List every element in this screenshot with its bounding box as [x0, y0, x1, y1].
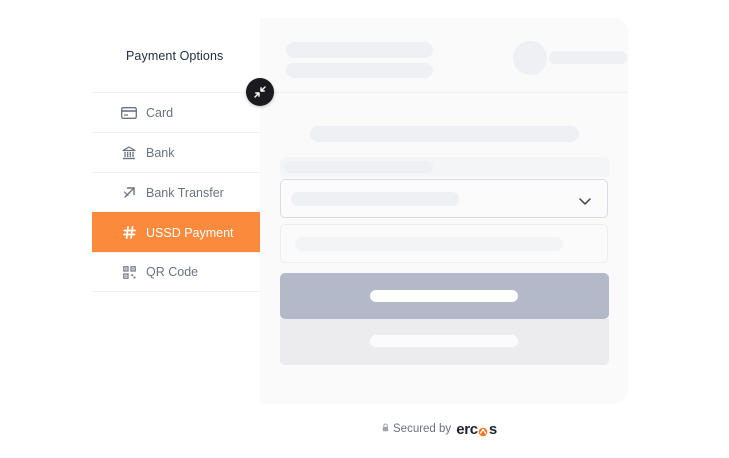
- secured-by-text: Secured by: [393, 423, 452, 435]
- field-skeleton-text: [295, 237, 563, 251]
- sidebar-item-card[interactable]: Card: [92, 92, 260, 132]
- secured-by-footer: Secured by erc s: [382, 420, 497, 438]
- transfer-arrow-icon: [121, 185, 137, 201]
- qr-code-icon: [121, 264, 137, 280]
- header-skeleton-line: [286, 63, 433, 78]
- collapse-button[interactable]: [246, 78, 274, 106]
- sidebar-item-label: Bank Transfer: [146, 185, 224, 200]
- sidebar-item-label: Bank: [146, 145, 175, 160]
- secondary-button[interactable]: [280, 319, 609, 365]
- panel-header: [260, 18, 628, 93]
- bank-icon: [121, 145, 137, 161]
- brand-logo: erc s: [456, 421, 497, 438]
- content-skeleton-line: [284, 161, 433, 173]
- avatar-skeleton: [513, 41, 547, 75]
- select-skeleton-text: [291, 192, 459, 206]
- sidebar-item-label: Card: [146, 105, 174, 120]
- sidebar-item-qr-code[interactable]: QR Code: [92, 252, 260, 292]
- payment-options-menu: Card Bank Bank Transfer USSD Payment QR …: [92, 92, 260, 292]
- network-select[interactable]: [280, 179, 608, 218]
- sidebar-item-bank[interactable]: Bank: [92, 132, 260, 172]
- credit-card-icon: [121, 105, 137, 121]
- ussd-code-field[interactable]: [280, 224, 608, 263]
- hash-icon: [121, 225, 137, 241]
- sidebar-title: Payment Options: [126, 49, 224, 63]
- sidebar-item-label: USSD Payment: [146, 225, 234, 240]
- sidebar-item-label: QR Code: [146, 265, 199, 279]
- button-label-skeleton: [370, 290, 518, 302]
- lock-icon: [382, 423, 389, 435]
- header-skeleton-line: [549, 51, 627, 64]
- button-label-skeleton: [370, 335, 518, 347]
- brand-prefix: erc: [456, 420, 478, 438]
- sidebar-item-bank-transfer[interactable]: Bank Transfer: [92, 172, 260, 212]
- payment-options-sidebar: Payment Options Card Bank Bank Transfer …: [92, 18, 260, 294]
- content-skeleton-line: [310, 126, 579, 142]
- collapse-arrows-icon: [253, 85, 267, 99]
- chevron-down-icon: [579, 193, 591, 211]
- header-skeleton-line: [286, 42, 433, 58]
- brand-mark-icon: [478, 424, 488, 437]
- pay-button[interactable]: [280, 273, 609, 319]
- sidebar-item-ussd-payment[interactable]: USSD Payment: [92, 212, 260, 252]
- brand-suffix: s: [488, 420, 497, 438]
